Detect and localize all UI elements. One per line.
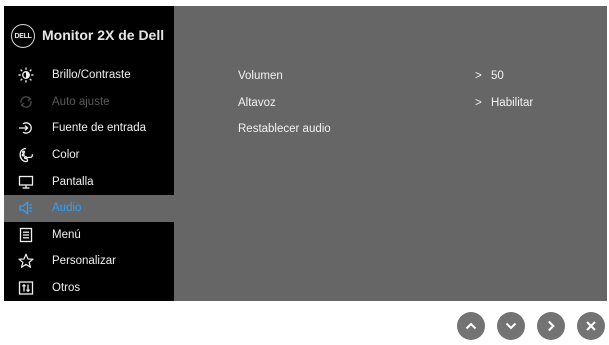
setting-row-altavoz[interactable]: Altavoz > Habilitar — [237, 90, 607, 117]
sidebar-item-brillo-contraste[interactable]: Brillo/Contraste — [4, 62, 174, 89]
setting-label: Altavoz — [238, 96, 276, 109]
star-icon — [18, 253, 34, 269]
chevron-down-icon — [504, 319, 518, 333]
sidebar-item-label: Fuente de entrada — [52, 122, 146, 135]
submenu-arrow: > — [475, 96, 482, 109]
sidebar-item-menu[interactable]: Menú — [4, 222, 174, 249]
sidebar-item-label: Otros — [52, 282, 81, 295]
submenu-arrow: > — [475, 70, 482, 83]
input-source-icon — [18, 120, 34, 136]
setting-label: Volumen — [238, 70, 283, 83]
setting-value: 50 — [491, 70, 504, 83]
sidebar-item-label: Menú — [52, 228, 81, 241]
down-button[interactable] — [497, 312, 525, 340]
sidebar-item-fuente-de-entrada[interactable]: Fuente de entrada — [4, 115, 174, 142]
dell-logo: DELL — [11, 24, 35, 48]
sidebar-item-label: Brillo/Contraste — [52, 69, 131, 82]
monitor-title: Monitor 2X de Dell — [42, 27, 165, 43]
sidebar-item-personalizar[interactable]: Personalizar — [4, 248, 174, 275]
setting-row-restablecer-audio[interactable]: Restablecer audio — [237, 116, 607, 143]
sidebar-menu: Brillo/Contraste Auto ajuste Fuente de e… — [4, 62, 174, 301]
sidebar-item-color[interactable]: Color — [4, 142, 174, 169]
sidebar: DELL Monitor 2X de Dell Brillo/Contraste… — [4, 6, 174, 301]
display-icon — [18, 174, 34, 190]
sidebar-item-label: Pantalla — [52, 175, 94, 188]
brightness-icon — [18, 67, 34, 83]
sidebar-item-otros[interactable]: Otros — [4, 275, 174, 302]
setting-row-volumen[interactable]: Volumen > 50 — [237, 63, 607, 90]
speaker-icon — [18, 200, 34, 216]
close-icon — [584, 319, 598, 333]
sidebar-item-pantalla[interactable]: Pantalla — [4, 168, 174, 195]
osd-window: DELL Monitor 2X de Dell Brillo/Contraste… — [4, 6, 607, 301]
sidebar-item-auto-ajuste: Auto ajuste — [4, 89, 174, 116]
navigation-buttons — [457, 312, 605, 340]
menu-icon — [18, 227, 34, 243]
color-palette-icon — [18, 147, 34, 163]
right-button[interactable] — [537, 312, 565, 340]
osd-header: DELL Monitor 2X de Dell — [4, 6, 174, 58]
up-button[interactable] — [457, 312, 485, 340]
sidebar-item-label: Color — [52, 149, 80, 162]
sidebar-item-label: Personalizar — [52, 255, 116, 268]
setting-label: Restablecer audio — [238, 123, 331, 136]
main-panel: Volumen > 50 Altavoz > Habilitar Restabl… — [174, 6, 607, 301]
chevron-right-icon — [544, 319, 558, 333]
chevron-up-icon — [464, 319, 478, 333]
others-icon — [18, 280, 34, 296]
auto-adjust-icon — [18, 94, 34, 110]
audio-settings-list: Volumen > 50 Altavoz > Habilitar Restabl… — [237, 63, 607, 143]
sidebar-item-audio[interactable]: Audio — [4, 194, 174, 222]
sidebar-item-label: Auto ajuste — [52, 95, 110, 108]
close-button[interactable] — [577, 312, 605, 340]
sidebar-item-label: Audio — [52, 202, 82, 215]
setting-value: Habilitar — [491, 96, 534, 109]
